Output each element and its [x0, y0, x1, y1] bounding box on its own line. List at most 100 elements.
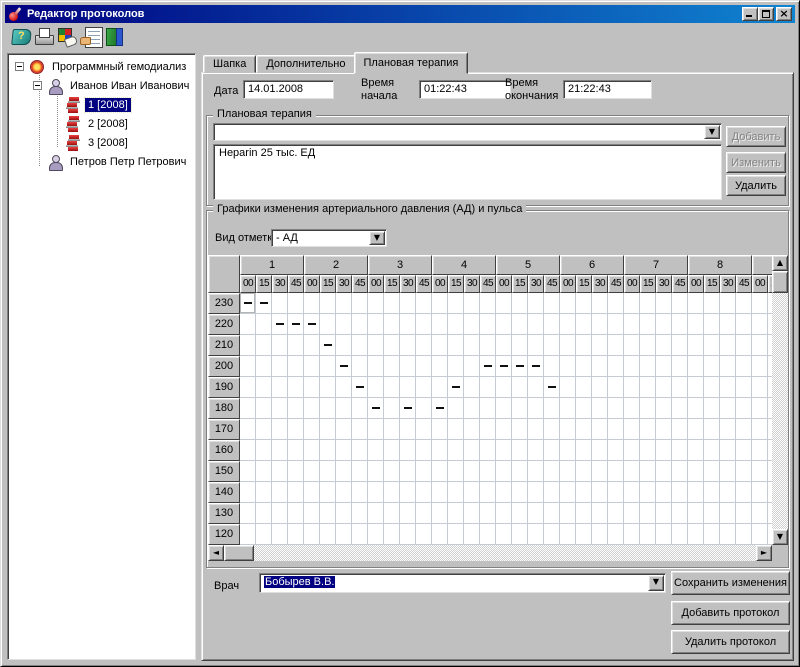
- grid-cell[interactable]: [368, 440, 384, 461]
- grid-cell[interactable]: [640, 377, 656, 398]
- bp-mark-cell[interactable]: [352, 377, 368, 398]
- grid-cell[interactable]: [352, 335, 368, 356]
- bp-mark-cell[interactable]: [528, 356, 544, 377]
- grid-cell[interactable]: [752, 398, 768, 419]
- toolbar-button-exit[interactable]: [102, 26, 124, 48]
- grid-cell[interactable]: [448, 524, 464, 545]
- grid-cell[interactable]: [448, 335, 464, 356]
- grid-cell[interactable]: [720, 377, 736, 398]
- minimize-button[interactable]: [742, 7, 758, 21]
- grid-cell[interactable]: [256, 419, 272, 440]
- grid-cell[interactable]: [368, 335, 384, 356]
- grid-cell[interactable]: [736, 293, 752, 314]
- grid-cell[interactable]: [304, 398, 320, 419]
- scroll-down-icon[interactable]: ▼: [772, 529, 788, 545]
- mark-type-combobox[interactable]: - АД ▼: [271, 229, 387, 247]
- grid-cell[interactable]: [560, 356, 576, 377]
- grid-cell[interactable]: [304, 503, 320, 524]
- grid-cell[interactable]: [352, 293, 368, 314]
- grid-cell[interactable]: [720, 314, 736, 335]
- grid-cell[interactable]: [720, 398, 736, 419]
- time-end-field[interactable]: 21:22:43: [563, 80, 652, 99]
- grid-cell[interactable]: [288, 503, 304, 524]
- grid-cell[interactable]: [720, 356, 736, 377]
- grid-cell[interactable]: [512, 419, 528, 440]
- grid-cell[interactable]: [352, 419, 368, 440]
- grid-cell[interactable]: [624, 398, 640, 419]
- grid-cell[interactable]: [560, 440, 576, 461]
- edit-therapy-button[interactable]: Изменить: [726, 152, 786, 173]
- grid-cell[interactable]: [256, 440, 272, 461]
- grid-cell[interactable]: [560, 377, 576, 398]
- grid-cell[interactable]: [448, 440, 464, 461]
- grid-cell[interactable]: [560, 335, 576, 356]
- grid-cell[interactable]: [384, 398, 400, 419]
- grid-cell[interactable]: [400, 314, 416, 335]
- grid-cell[interactable]: [640, 398, 656, 419]
- grid-cell[interactable]: [688, 461, 704, 482]
- grid-cell[interactable]: [256, 482, 272, 503]
- grid-cell[interactable]: [640, 356, 656, 377]
- grid-cell[interactable]: [592, 335, 608, 356]
- grid-cell[interactable]: [528, 524, 544, 545]
- bp-mark-cell[interactable]: [368, 398, 384, 419]
- grid-cell[interactable]: [560, 293, 576, 314]
- grid-cell[interactable]: [432, 419, 448, 440]
- grid-cell[interactable]: [752, 440, 768, 461]
- grid-cell[interactable]: [608, 482, 624, 503]
- grid-cell[interactable]: [240, 524, 256, 545]
- grid-cell[interactable]: [384, 482, 400, 503]
- grid-cell[interactable]: [704, 398, 720, 419]
- grid-cell[interactable]: [624, 314, 640, 335]
- grid-cell[interactable]: [688, 293, 704, 314]
- grid-cell[interactable]: [384, 377, 400, 398]
- grid-cell[interactable]: [272, 503, 288, 524]
- grid-cell[interactable]: [272, 524, 288, 545]
- grid-cell[interactable]: [400, 461, 416, 482]
- grid-cell[interactable]: [464, 377, 480, 398]
- grid-cell[interactable]: [320, 314, 336, 335]
- grid-cell[interactable]: [256, 377, 272, 398]
- grid-cell[interactable]: [480, 419, 496, 440]
- grid-cell[interactable]: [272, 440, 288, 461]
- grid-cell[interactable]: [592, 524, 608, 545]
- grid-cell[interactable]: [752, 293, 768, 314]
- save-changes-button[interactable]: Сохранить изменения: [671, 571, 790, 595]
- grid-cell[interactable]: [528, 482, 544, 503]
- bp-mark-cell[interactable]: [288, 314, 304, 335]
- tree-expander-minus-icon[interactable]: [15, 62, 24, 71]
- grid-cell[interactable]: [576, 293, 592, 314]
- grid-cell[interactable]: [496, 482, 512, 503]
- grid-cell[interactable]: [384, 440, 400, 461]
- grid-cell[interactable]: [464, 440, 480, 461]
- grid-cell[interactable]: [576, 461, 592, 482]
- grid-cell[interactable]: [752, 335, 768, 356]
- maximize-button[interactable]: [758, 7, 774, 21]
- grid-cell[interactable]: [640, 482, 656, 503]
- grid-cell[interactable]: [592, 482, 608, 503]
- bp-mark-cell[interactable]: [336, 356, 352, 377]
- grid-cell[interactable]: [432, 461, 448, 482]
- tree-expander-minus-icon[interactable]: [33, 81, 42, 90]
- bp-mark-cell[interactable]: [304, 314, 320, 335]
- grid-cell[interactable]: [672, 482, 688, 503]
- add-therapy-button[interactable]: Добавить: [726, 126, 786, 147]
- grid-cell[interactable]: [496, 293, 512, 314]
- grid-cell[interactable]: [480, 398, 496, 419]
- grid-cell[interactable]: [576, 419, 592, 440]
- toolbar-button-print[interactable]: [33, 26, 55, 48]
- grid-cell[interactable]: [448, 419, 464, 440]
- grid-cell[interactable]: [400, 482, 416, 503]
- grid-cell[interactable]: [416, 461, 432, 482]
- grid-cell[interactable]: [672, 419, 688, 440]
- therapy-list-item[interactable]: Heparin 25 тыс. ЕД: [219, 147, 716, 159]
- bp-mark-cell[interactable]: [512, 356, 528, 377]
- grid-cell[interactable]: [240, 419, 256, 440]
- grid-cell[interactable]: [240, 503, 256, 524]
- grid-cell[interactable]: [256, 524, 272, 545]
- add-protocol-button[interactable]: Добавить протокол: [671, 601, 790, 625]
- grid-cell[interactable]: [272, 377, 288, 398]
- grid-cell[interactable]: [640, 314, 656, 335]
- tree-item-patient-petrov[interactable]: Петров Петр Петрович: [11, 152, 192, 171]
- grid-cell[interactable]: [320, 293, 336, 314]
